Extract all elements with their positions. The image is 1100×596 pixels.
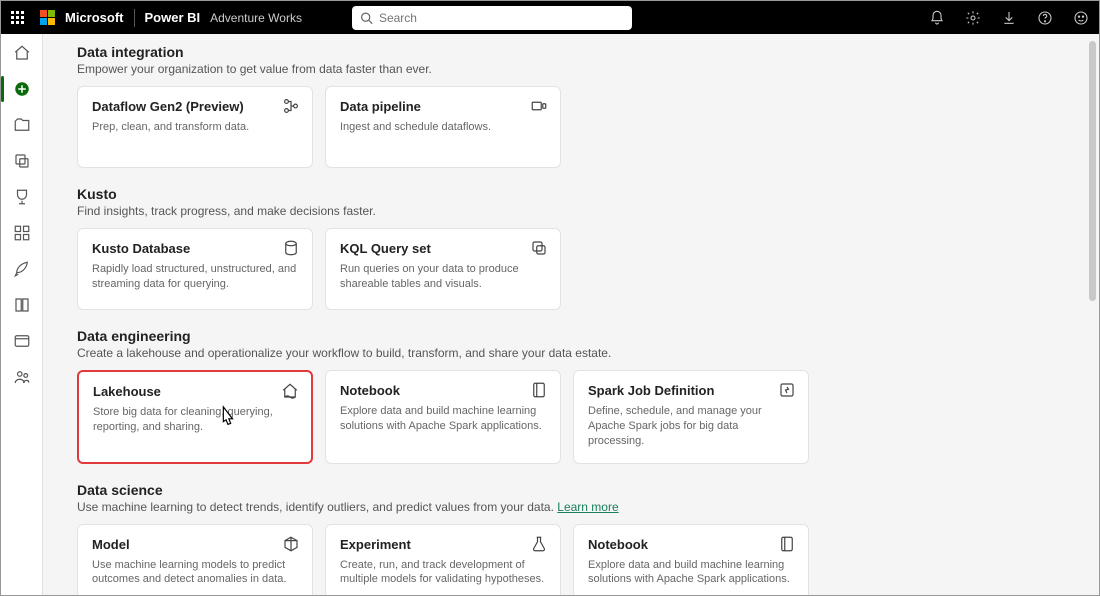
card-title: Spark Job Definition: [588, 383, 794, 398]
nav-browse[interactable]: [13, 116, 31, 134]
card-title: Notebook: [340, 383, 546, 398]
section-title: Data engineering: [77, 328, 1079, 344]
workspace-label: Adventure Works: [210, 11, 302, 25]
search-box[interactable]: [352, 6, 632, 30]
card-desc: Explore data and build machine learning …: [588, 558, 794, 588]
card-title: Dataflow Gen2 (Preview): [92, 99, 298, 114]
main-content: Data integration Empower your organizati…: [43, 34, 1099, 595]
card-desc: Rapidly load structured, unstructured, a…: [92, 262, 298, 292]
card-notebook-sci[interactable]: Notebook Explore data and build machine …: [573, 524, 809, 595]
nav-deployment[interactable]: [13, 260, 31, 278]
card-desc: Run queries on your data to produce shar…: [340, 262, 546, 292]
lakehouse-icon: [281, 382, 299, 405]
nav-learn[interactable]: [13, 296, 31, 314]
nav-home[interactable]: [13, 44, 31, 62]
nav-metrics[interactable]: [13, 188, 31, 206]
brand-label: Microsoft: [65, 10, 124, 25]
card-model[interactable]: Model Use machine learning models to pre…: [77, 524, 313, 595]
left-nav: [1, 34, 43, 595]
experiment-icon: [530, 535, 548, 558]
card-title: KQL Query set: [340, 241, 546, 256]
scrollbar-thumb[interactable]: [1089, 41, 1096, 301]
header-actions: [929, 10, 1089, 26]
model-icon: [282, 535, 300, 558]
download-icon[interactable]: [1001, 10, 1017, 26]
spark-icon: [778, 381, 796, 404]
shell: Data integration Empower your organizati…: [1, 34, 1099, 595]
top-bar: Microsoft Power BI Adventure Works: [1, 1, 1099, 34]
section-subtitle: Use machine learning to detect trends, i…: [77, 500, 1079, 514]
card-title: Data pipeline: [340, 99, 546, 114]
notifications-icon[interactable]: [929, 10, 945, 26]
nav-workspaces[interactable]: [13, 332, 31, 350]
card-spark-job[interactable]: Spark Job Definition Define, schedule, a…: [573, 370, 809, 464]
queryset-icon: [530, 239, 548, 262]
section-science: Data science Use machine learning to det…: [77, 482, 1079, 595]
section-integration: Data integration Empower your organizati…: [77, 44, 1079, 168]
section-subtitle: Find insights, track progress, and make …: [77, 204, 1079, 218]
section-title: Data integration: [77, 44, 1079, 60]
card-desc: Create, run, and track development of mu…: [340, 558, 546, 588]
nav-my-workspace[interactable]: [13, 368, 31, 386]
search-icon: [360, 11, 373, 25]
nav-create[interactable]: [13, 80, 31, 98]
app-launcher-icon[interactable]: [11, 11, 24, 24]
section-engineering: Data engineering Create a lakehouse and …: [77, 328, 1079, 464]
card-kusto-database[interactable]: Kusto Database Rapidly load structured, …: [77, 228, 313, 310]
card-desc: Prep, clean, and transform data.: [92, 120, 298, 135]
card-kql-queryset[interactable]: KQL Query set Run queries on your data t…: [325, 228, 561, 310]
database-icon: [282, 239, 300, 262]
pipeline-icon: [530, 97, 548, 120]
card-notebook-eng[interactable]: Notebook Explore data and build machine …: [325, 370, 561, 464]
section-subtitle: Empower your organization to get value f…: [77, 62, 1079, 76]
card-lakehouse[interactable]: Lakehouse Store big data for cleaning, q…: [77, 370, 313, 464]
feedback-icon[interactable]: [1073, 10, 1089, 26]
section-subtitle: Create a lakehouse and operationalize yo…: [77, 346, 1079, 360]
card-desc: Explore data and build machine learning …: [340, 404, 546, 434]
section-kusto: Kusto Find insights, track progress, and…: [77, 186, 1079, 310]
card-title: Notebook: [588, 537, 794, 552]
card-desc: Store big data for cleaning, querying, r…: [93, 405, 297, 435]
nav-data-hub[interactable]: [13, 152, 31, 170]
notebook-icon: [530, 381, 548, 404]
section-subtitle-text: Use machine learning to detect trends, i…: [77, 500, 557, 514]
card-experiment[interactable]: Experiment Create, run, and track develo…: [325, 524, 561, 595]
search-input[interactable]: [379, 11, 624, 25]
card-desc: Define, schedule, and manage your Apache…: [588, 404, 794, 449]
section-title: Data science: [77, 482, 1079, 498]
header-divider: [134, 9, 135, 27]
microsoft-logo-icon: [40, 10, 55, 25]
card-title: Kusto Database: [92, 241, 298, 256]
card-title: Experiment: [340, 537, 546, 552]
help-icon[interactable]: [1037, 10, 1053, 26]
card-data-pipeline[interactable]: Data pipeline Ingest and schedule datafl…: [325, 86, 561, 168]
settings-icon[interactable]: [965, 10, 981, 26]
section-title: Kusto: [77, 186, 1079, 202]
card-title: Lakehouse: [93, 384, 297, 399]
card-dataflow-gen2[interactable]: Dataflow Gen2 (Preview) Prep, clean, and…: [77, 86, 313, 168]
card-desc: Ingest and schedule dataflows.: [340, 120, 546, 135]
learn-more-link[interactable]: Learn more: [557, 500, 618, 514]
card-desc: Use machine learning models to predict o…: [92, 558, 298, 588]
card-title: Model: [92, 537, 298, 552]
product-label: Power BI: [145, 10, 201, 25]
notebook-icon: [778, 535, 796, 558]
nav-apps[interactable]: [13, 224, 31, 242]
dataflow-icon: [282, 97, 300, 120]
